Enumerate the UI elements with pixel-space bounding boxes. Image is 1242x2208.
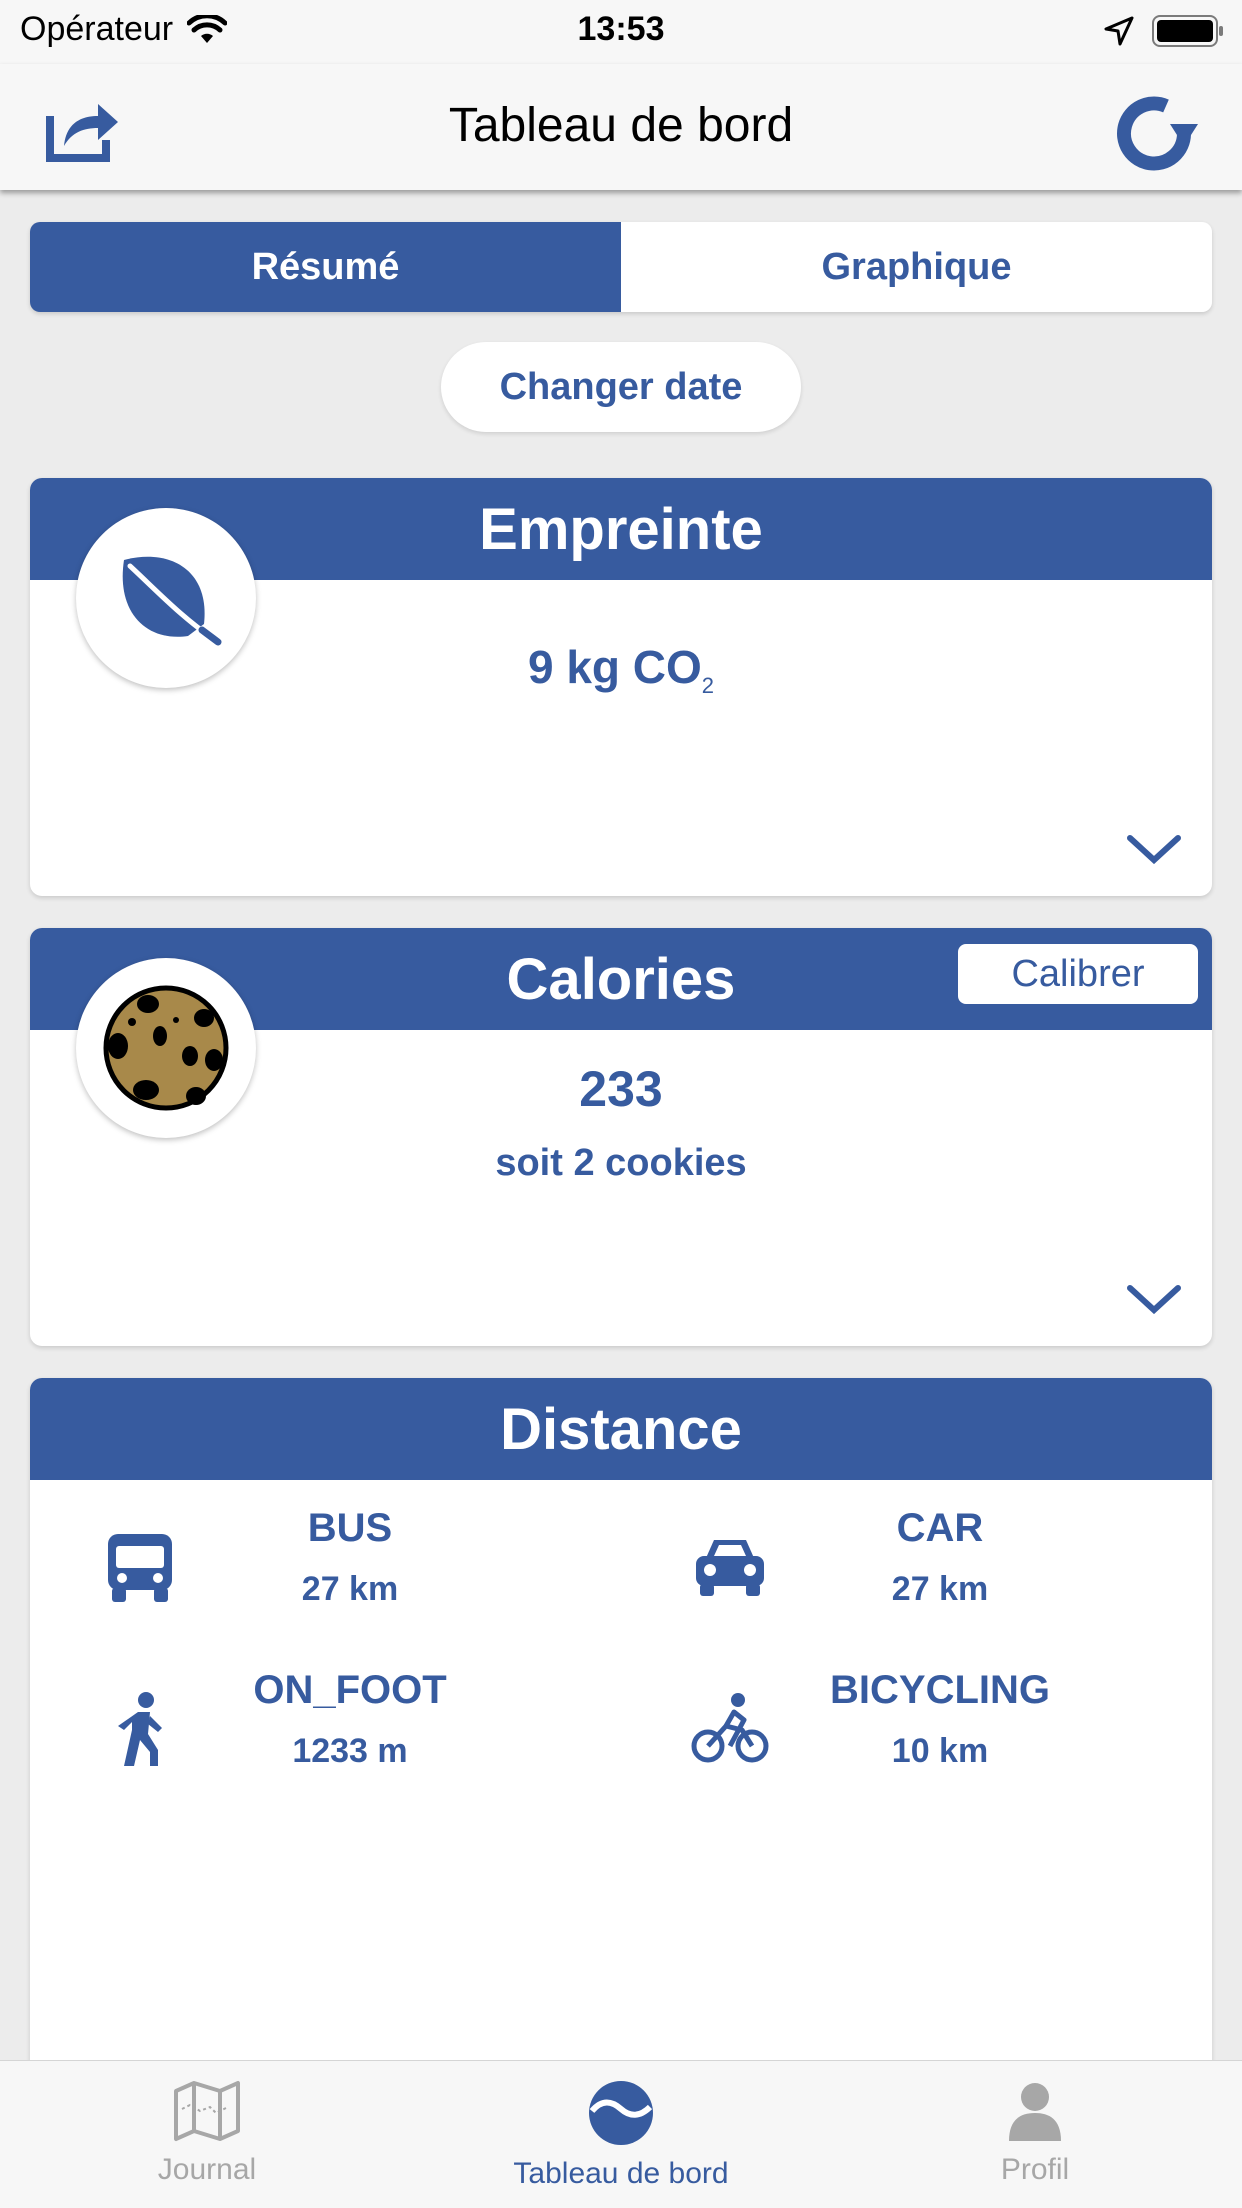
view-segmented-control: Résumé Graphique bbox=[30, 222, 1212, 312]
change-date-button[interactable]: Changer date bbox=[441, 342, 801, 432]
mode-distance: 1233 m bbox=[292, 1732, 408, 1770]
tab-journal[interactable]: Journal bbox=[0, 2061, 414, 2208]
mode-bus: BUS 27 km bbox=[70, 1506, 630, 1626]
walking-icon bbox=[118, 1692, 162, 1766]
status-time: 13:53 bbox=[577, 10, 665, 48]
tab-profil[interactable]: Profil bbox=[828, 2061, 1242, 2208]
distance-title: Distance bbox=[30, 1378, 1212, 1480]
mode-name: ON_FOOT bbox=[253, 1668, 447, 1712]
car-icon bbox=[696, 1540, 764, 1596]
calories-value: 233 bbox=[579, 1061, 663, 1117]
chevron-down-icon[interactable] bbox=[1126, 1282, 1182, 1316]
footprint-value: 9 kg CO2 bbox=[30, 640, 1212, 699]
mode-name: BICYCLING bbox=[830, 1668, 1050, 1712]
distance-card: Distance BUS 27 km CAR 27 km ON_FOOT 123… bbox=[30, 1378, 1212, 2098]
chevron-down-icon[interactable] bbox=[1126, 832, 1182, 866]
navigation-bar: Tableau de bord bbox=[0, 64, 1242, 190]
mode-distance: 10 km bbox=[891, 1732, 989, 1770]
mode-distance: 27 km bbox=[891, 1570, 989, 1608]
footprint-subscript: 2 bbox=[701, 673, 715, 699]
tab-graphique[interactable]: Graphique bbox=[621, 222, 1212, 312]
mode-distance: 27 km bbox=[301, 1570, 399, 1608]
tab-label: Journal bbox=[157, 2153, 257, 2186]
mode-on-foot: ON_FOOT 1233 m bbox=[70, 1668, 630, 1788]
page-title: Tableau de bord bbox=[448, 99, 794, 152]
map-icon bbox=[174, 2081, 240, 2141]
battery-icon bbox=[1152, 15, 1223, 47]
tab-label: Tableau de bord bbox=[513, 2157, 729, 2190]
mode-bicycling: BICYCLING 10 km bbox=[660, 1668, 1212, 1788]
dashboard-icon bbox=[589, 2081, 653, 2145]
status-bar: Opérateur 13:53 bbox=[0, 0, 1242, 64]
refresh-icon[interactable] bbox=[1110, 94, 1200, 174]
tab-dashboard[interactable]: Tableau de bord bbox=[414, 2061, 828, 2208]
mode-name: CAR bbox=[896, 1506, 984, 1550]
footprint-amount: 9 kg CO bbox=[527, 641, 702, 693]
bus-icon bbox=[108, 1534, 172, 1602]
location-arrow-icon bbox=[1104, 16, 1134, 46]
calories-card[interactable]: Calories Calibrer 233 soit 2 cookies bbox=[30, 928, 1212, 1346]
status-right bbox=[1104, 14, 1224, 48]
tab-resume[interactable]: Résumé bbox=[30, 222, 621, 312]
dashboard-screen: Opérateur 13:53 Tableau de bord Résumé G… bbox=[0, 0, 1242, 2208]
tab-bar: Journal Tableau de bord Profil bbox=[0, 2060, 1242, 2208]
tab-label: Profil bbox=[1000, 2153, 1070, 2186]
person-icon bbox=[1009, 2083, 1061, 2141]
calories-equivalent: soit 2 cookies bbox=[495, 1142, 747, 1184]
calibrate-button[interactable]: Calibrer bbox=[958, 944, 1198, 1004]
footprint-card[interactable]: Empreinte 9 kg CO2 bbox=[30, 478, 1212, 896]
mode-car: CAR 27 km bbox=[660, 1506, 1212, 1626]
mode-name: BUS bbox=[307, 1506, 393, 1550]
bicycle-icon bbox=[691, 1693, 769, 1763]
